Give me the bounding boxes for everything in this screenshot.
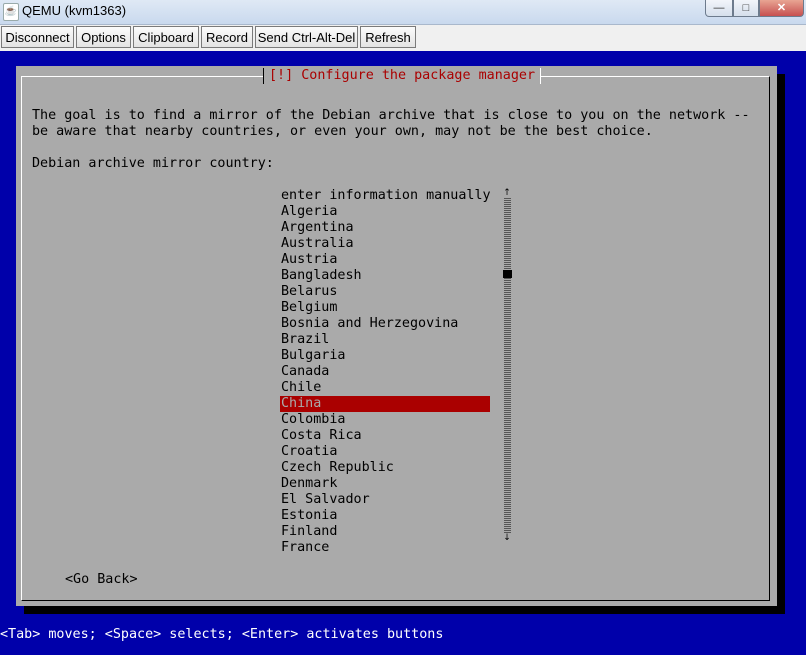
country-option[interactable]: Austria (280, 252, 490, 268)
country-option[interactable]: China (280, 396, 490, 412)
go-back-button[interactable]: <Go Back> (65, 572, 138, 588)
country-option[interactable]: Denmark (280, 476, 490, 492)
mirror-country-prompt: Debian archive mirror country: (32, 156, 274, 171)
scroll-down-arrow-icon[interactable]: ↓ (502, 533, 512, 543)
send-ctrl-alt-del-button[interactable]: Send Ctrl-Alt-Del (255, 26, 358, 48)
options-button[interactable]: Options (76, 26, 131, 48)
minimize-button[interactable]: — (705, 0, 733, 17)
country-option[interactable]: Bangladesh (280, 268, 490, 284)
toolbar: Disconnect Options Clipboard Record Send… (0, 26, 806, 50)
country-option[interactable]: Brazil (280, 332, 490, 348)
country-option[interactable]: France (280, 540, 490, 556)
refresh-button[interactable]: Refresh (360, 26, 416, 48)
java-cup-icon: ☕ (3, 3, 19, 21)
disconnect-button[interactable]: Disconnect (1, 26, 74, 48)
description-line-1: The goal is to find a mirror of the Debi… (32, 108, 750, 123)
maximize-button[interactable]: □ (733, 0, 759, 17)
country-option[interactable]: Canada (280, 364, 490, 380)
window-title: QEMU (kvm1363) (22, 3, 127, 18)
close-button[interactable]: ✕ (759, 0, 804, 17)
country-option[interactable]: Finland (280, 524, 490, 540)
country-option[interactable]: Algeria (280, 204, 490, 220)
country-option[interactable]: Bosnia and Herzegovina (280, 316, 490, 332)
country-option[interactable]: enter information manually (280, 188, 491, 204)
dialog-title: [!] Configure the package manager (263, 68, 542, 84)
country-option[interactable]: Czech Republic (280, 460, 490, 476)
clipboard-button[interactable]: Clipboard (133, 26, 199, 48)
country-option[interactable]: Belgium (280, 300, 490, 316)
country-option[interactable]: Costa Rica (280, 428, 490, 444)
country-option[interactable]: El Salvador (280, 492, 490, 508)
country-option[interactable]: Australia (280, 236, 490, 252)
country-option[interactable]: Croatia (280, 444, 490, 460)
country-option[interactable]: Argentina (280, 220, 490, 236)
record-button[interactable]: Record (201, 26, 253, 48)
country-option[interactable]: Bulgaria (280, 348, 490, 364)
window-controls: — □ ✕ (705, 0, 804, 18)
window-titlebar: ☕ QEMU (kvm1363) — □ ✕ (0, 0, 806, 25)
status-bar: <Tab> moves; <Space> selects; <Enter> ac… (0, 627, 806, 645)
scroll-track[interactable] (504, 198, 511, 533)
scroll-up-arrow-icon[interactable]: ↑ (502, 188, 512, 198)
list-scrollbar[interactable]: ↑ ↓ (502, 188, 512, 558)
country-option[interactable]: Belarus (280, 284, 490, 300)
country-option[interactable]: Chile (280, 380, 490, 396)
installer-dialog: [!] Configure the package manager The go… (16, 66, 777, 606)
country-option[interactable]: Estonia (280, 508, 490, 524)
scroll-thumb[interactable] (503, 269, 512, 278)
vm-console[interactable]: [!] Configure the package manager The go… (0, 51, 806, 655)
description-line-2: be aware that nearby countries, or even … (32, 124, 653, 139)
country-option[interactable]: Colombia (280, 412, 490, 428)
country-list[interactable]: enter information manually Algeria Argenti… (280, 188, 491, 556)
